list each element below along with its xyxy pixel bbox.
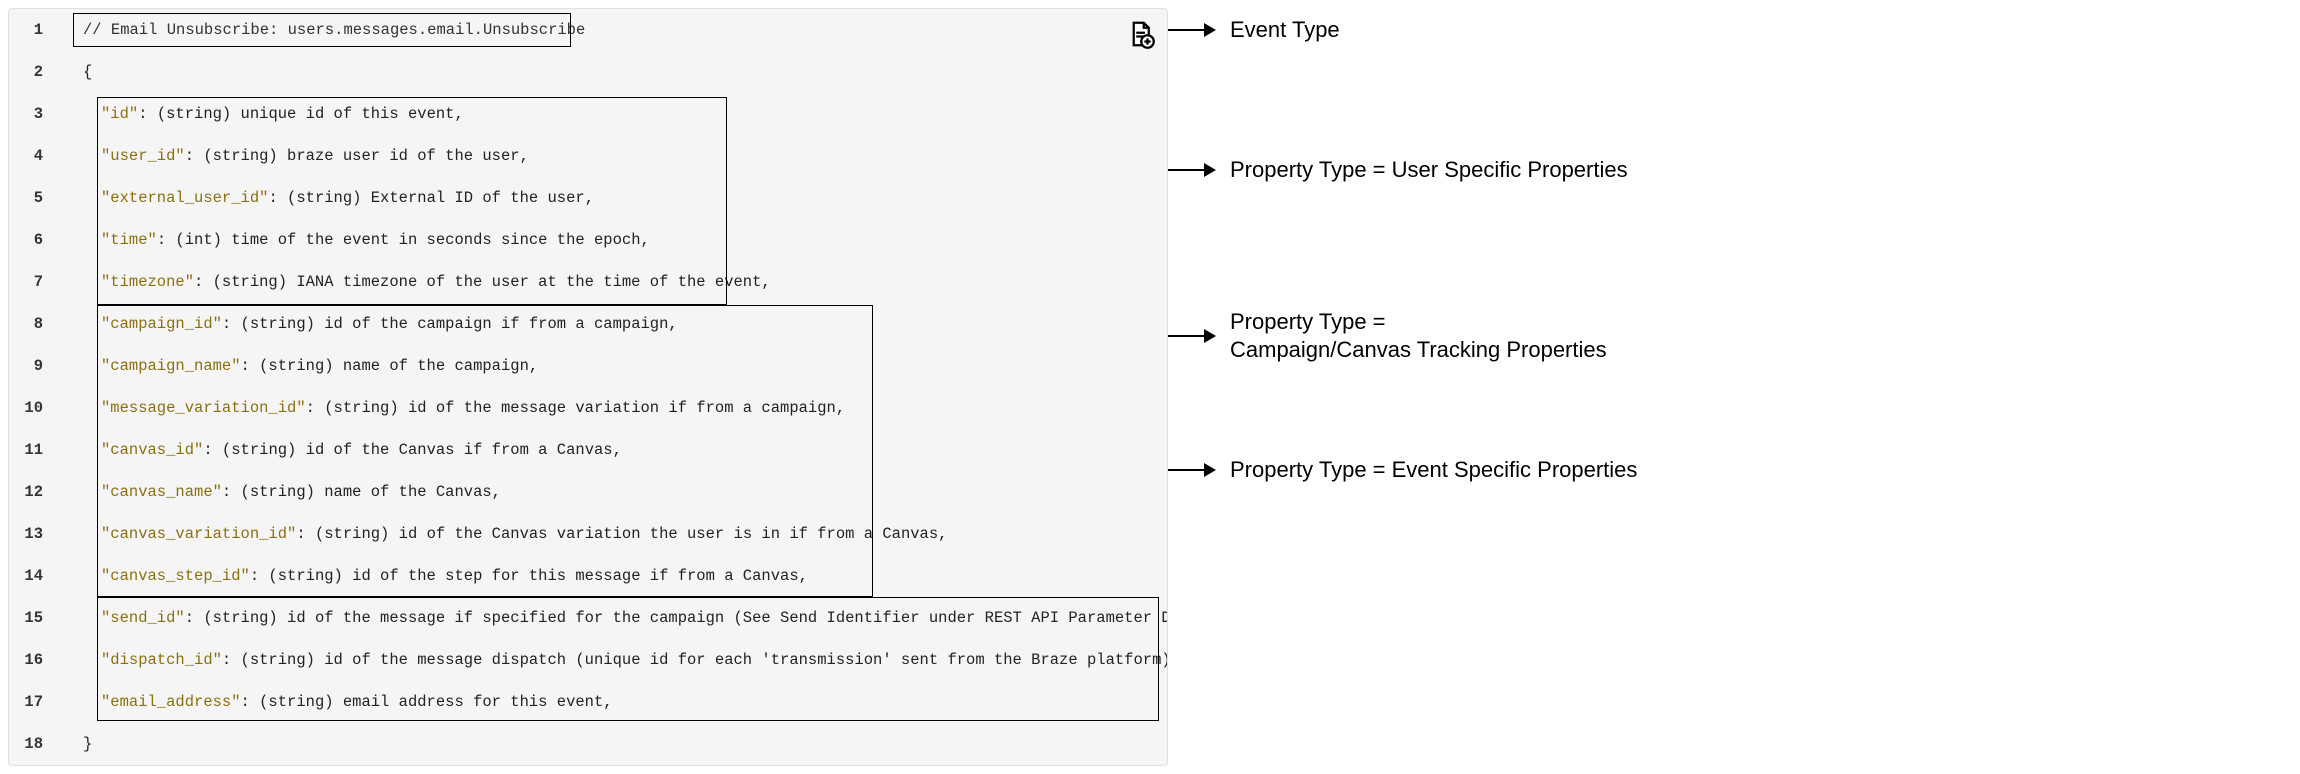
code-line: 13"canvas_variation_id": (string) id of …: [9, 513, 1167, 555]
annotation-event-type: Event Type: [1230, 16, 1340, 44]
code-line: 3"id": (string) unique id of this event,: [9, 93, 1167, 135]
line-number: 10: [9, 399, 55, 417]
code-line: 18}: [9, 723, 1167, 765]
code-line: 12"canvas_name": (string) name of the Ca…: [9, 471, 1167, 513]
annotation-campaign-props-line1: Property Type =: [1230, 309, 1386, 334]
line-number: 17: [9, 693, 55, 711]
annotation-campaign-props: Property Type = Campaign/Canvas Tracking…: [1230, 308, 1607, 363]
code-line: 10"message_variation_id": (string) id of…: [9, 387, 1167, 429]
code-line: 6"time": (int) time of the event in seco…: [9, 219, 1167, 261]
code-content: "email_address": (string) email address …: [55, 693, 613, 711]
code-content: "campaign_id": (string) id of the campai…: [55, 315, 678, 333]
line-number: 7: [9, 273, 55, 291]
line-number: 4: [9, 147, 55, 165]
line-number: 13: [9, 525, 55, 543]
code-line: 1// Email Unsubscribe: users.messages.em…: [9, 9, 1167, 51]
code-content: "send_id": (string) id of the message if…: [55, 609, 1167, 627]
code-line: 11"canvas_id": (string) id of the Canvas…: [9, 429, 1167, 471]
line-number: 3: [9, 105, 55, 123]
code-line: 15"send_id": (string) id of the message …: [9, 597, 1167, 639]
code-content: {: [55, 63, 92, 81]
code-content: "dispatch_id": (string) id of the messag…: [55, 651, 1167, 669]
code-content: "external_user_id": (string) External ID…: [55, 189, 594, 207]
line-number: 14: [9, 567, 55, 585]
line-number: 6: [9, 231, 55, 249]
code-content: "campaign_name": (string) name of the ca…: [55, 357, 538, 375]
code-line: 2{: [9, 51, 1167, 93]
code-content: // Email Unsubscribe: users.messages.ema…: [55, 21, 585, 39]
code-line: 8"campaign_id": (string) id of the campa…: [9, 303, 1167, 345]
code-content: }: [55, 735, 92, 753]
annotation-panel: Event Type Property Type = User Specific…: [1168, 8, 2292, 766]
code-panel: 1// Email Unsubscribe: users.messages.em…: [8, 8, 1168, 766]
arrow-icon: [1168, 163, 1216, 177]
line-number: 5: [9, 189, 55, 207]
code-content: "id": (string) unique id of this event,: [55, 105, 464, 123]
annotation-user-props: Property Type = User Specific Properties: [1230, 156, 1628, 184]
code-content: "canvas_name": (string) name of the Canv…: [55, 483, 501, 501]
arrow-icon: [1168, 463, 1216, 477]
code-content: "canvas_step_id": (string) id of the ste…: [55, 567, 808, 585]
code-line: 4"user_id": (string) braze user id of th…: [9, 135, 1167, 177]
code-body: 1// Email Unsubscribe: users.messages.em…: [9, 9, 1167, 765]
arrow-icon: [1168, 329, 1216, 343]
code-line: 16"dispatch_id": (string) id of the mess…: [9, 639, 1167, 681]
code-line: 7"timezone": (string) IANA timezone of t…: [9, 261, 1167, 303]
line-number: 2: [9, 63, 55, 81]
code-line: 9"campaign_name": (string) name of the c…: [9, 345, 1167, 387]
code-line: 17"email_address": (string) email addres…: [9, 681, 1167, 723]
line-number: 18: [9, 735, 55, 753]
code-content: "canvas_variation_id": (string) id of th…: [55, 525, 947, 543]
code-content: "message_variation_id": (string) id of t…: [55, 399, 845, 417]
line-number: 12: [9, 483, 55, 501]
code-content: "canvas_id": (string) id of the Canvas i…: [55, 441, 622, 459]
line-number: 8: [9, 315, 55, 333]
line-number: 1: [9, 21, 55, 39]
annotation-event-props: Property Type = Event Specific Propertie…: [1230, 456, 1637, 484]
line-number: 16: [9, 651, 55, 669]
annotation-campaign-props-line2: Campaign/Canvas Tracking Properties: [1230, 337, 1607, 362]
code-line: 14"canvas_step_id": (string) id of the s…: [9, 555, 1167, 597]
code-line: 5"external_user_id": (string) External I…: [9, 177, 1167, 219]
line-number: 11: [9, 441, 55, 459]
code-content: "user_id": (string) braze user id of the…: [55, 147, 529, 165]
line-number: 15: [9, 609, 55, 627]
code-content: "time": (int) time of the event in secon…: [55, 231, 650, 249]
line-number: 9: [9, 357, 55, 375]
code-content: "timezone": (string) IANA timezone of th…: [55, 273, 771, 291]
arrow-icon: [1168, 23, 1216, 37]
